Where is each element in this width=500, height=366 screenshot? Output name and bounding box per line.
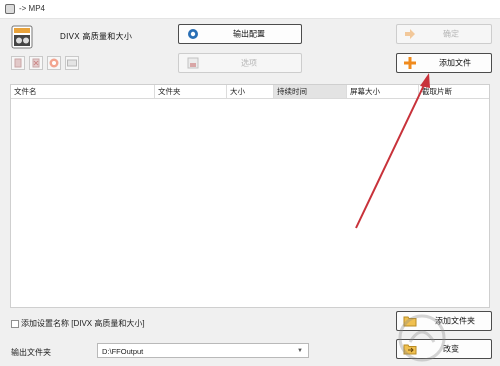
add-setting-name-row[interactable]: 添加设置名称 [DIVX 高质量和大小] — [11, 318, 145, 329]
add-setting-name-checkbox[interactable] — [11, 319, 19, 328]
add-setting-name-label: 添加设置名称 [DIVX 高质量和大小] — [21, 319, 145, 328]
watermark-logo — [398, 314, 446, 362]
output-folder-select[interactable]: D:\FFOutput ▼ — [97, 343, 309, 358]
output-folder-value: D:\FFOutput — [102, 347, 144, 356]
chevron-down-icon: ▼ — [297, 348, 303, 354]
output-folder-label: 输出文件夹 — [11, 348, 51, 357]
